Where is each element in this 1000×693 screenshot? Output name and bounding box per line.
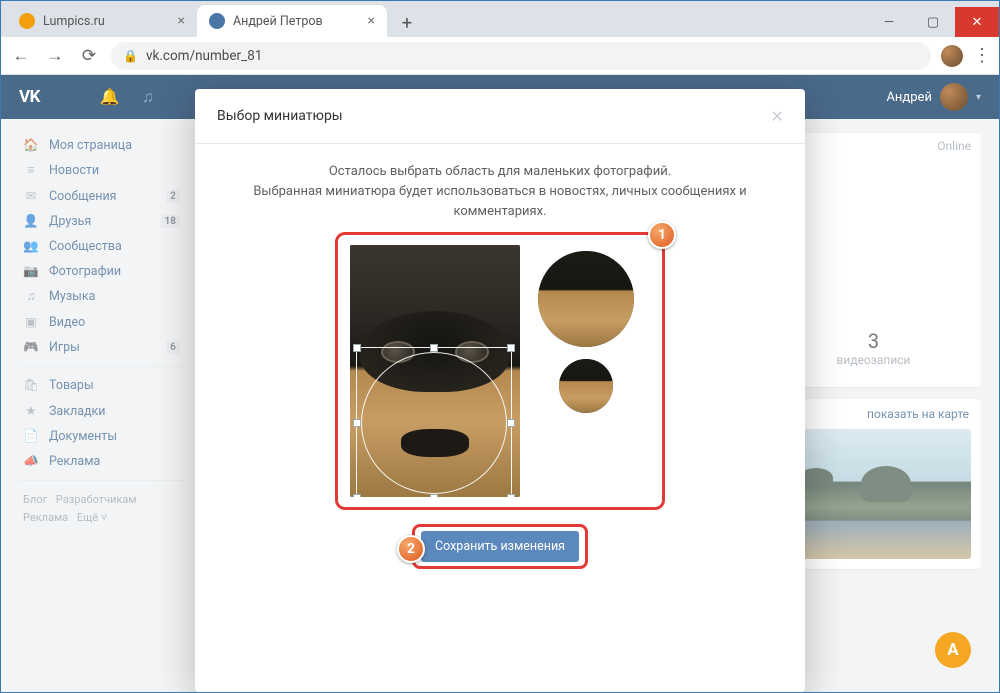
save-button-highlight: 2 Сохранить изменения — [412, 524, 588, 569]
chrome-profile-avatar[interactable] — [941, 45, 963, 67]
crop-area-highlight: 1 — [335, 232, 665, 510]
close-window-button[interactable]: ✕ — [955, 7, 999, 37]
notification-icon[interactable]: 🔔 — [100, 87, 120, 107]
reload-button[interactable]: ⟳ — [77, 44, 101, 68]
url-text: vk.com/number_81 — [146, 48, 262, 64]
new-tab-button[interactable]: + — [393, 9, 421, 37]
back-button[interactable]: ← — [9, 44, 33, 68]
page-content: VK 🔔 ♫ Андрей ▾ 🏠Моя страница ≡Новости ✉… — [1, 75, 999, 692]
modal-desc-line1: Осталось выбрать область для маленьких ф… — [235, 162, 765, 182]
crop-handle[interactable] — [353, 419, 361, 427]
preview-small — [559, 359, 613, 413]
close-icon[interactable]: × — [368, 13, 375, 29]
save-wrap: 2 Сохранить изменения — [235, 524, 765, 569]
modal-body: Осталось выбрать область для маленьких ф… — [195, 144, 805, 591]
vk-user-name: Андрей — [886, 90, 932, 105]
close-icon[interactable]: × — [771, 105, 783, 127]
crop-handle[interactable] — [507, 344, 515, 352]
callout-badge-1: 1 — [648, 221, 676, 249]
browser-tab-lumpics[interactable]: Lumpics.ru × — [7, 5, 197, 37]
chrome-menu-button[interactable]: ⋮ — [973, 45, 991, 66]
lock-icon: 🔒 — [123, 49, 138, 63]
modal-desc-line2: Выбранная миниатюра будет использоваться… — [235, 182, 765, 222]
crop-handle[interactable] — [507, 419, 515, 427]
vk-logo[interactable]: VK — [19, 87, 40, 107]
browser-window: Lumpics.ru × Андрей Петров × + — ▢ ✕ ← →… — [0, 0, 1000, 693]
browser-tab-vk[interactable]: Андрей Петров × — [197, 5, 387, 37]
crop-selection[interactable] — [356, 347, 512, 497]
tab-strip: Lumpics.ru × Андрей Петров × + — ▢ ✕ — [1, 1, 999, 37]
window-controls: — ▢ ✕ — [867, 7, 999, 37]
vk-header-icons: 🔔 ♫ — [100, 87, 154, 107]
url-field[interactable]: 🔒 vk.com/number_81 — [111, 42, 931, 70]
tab-title: Lumpics.ru — [43, 14, 105, 29]
crop-circle-guide — [361, 352, 507, 494]
modal-description: Осталось выбрать область для маленьких ф… — [235, 162, 765, 222]
main-photo[interactable] — [350, 245, 520, 497]
modal-header: Выбор миниатюры × — [195, 89, 805, 143]
crop-handle[interactable] — [430, 344, 438, 352]
crop-handle[interactable] — [430, 494, 438, 497]
save-button[interactable]: Сохранить изменения — [421, 531, 579, 562]
close-icon[interactable]: × — [178, 13, 185, 29]
tab-title: Андрей Петров — [233, 14, 323, 29]
minimize-button[interactable]: — — [867, 7, 911, 37]
crop-handle[interactable] — [353, 344, 361, 352]
crop-handle[interactable] — [353, 494, 361, 497]
avatar — [940, 83, 968, 111]
address-bar: ← → ⟳ 🔒 vk.com/number_81 ⋮ — [1, 37, 999, 75]
favicon-vk — [209, 13, 225, 29]
preview-large — [538, 251, 634, 347]
music-icon[interactable]: ♫ — [142, 87, 154, 107]
vk-user-menu[interactable]: Андрей ▾ — [886, 83, 981, 111]
favicon-lumpics — [19, 13, 35, 29]
thumbnail-previews — [538, 245, 634, 497]
chat-bubble[interactable]: A — [935, 632, 971, 668]
modal-title: Выбор миниатюры — [217, 108, 343, 124]
chevron-down-icon: ▾ — [976, 92, 981, 103]
thumbnail-modal: Выбор миниатюры × Осталось выбрать облас… — [195, 89, 805, 692]
maximize-button[interactable]: ▢ — [911, 7, 955, 37]
forward-button[interactable]: → — [43, 44, 67, 68]
crop-handle[interactable] — [507, 494, 515, 497]
